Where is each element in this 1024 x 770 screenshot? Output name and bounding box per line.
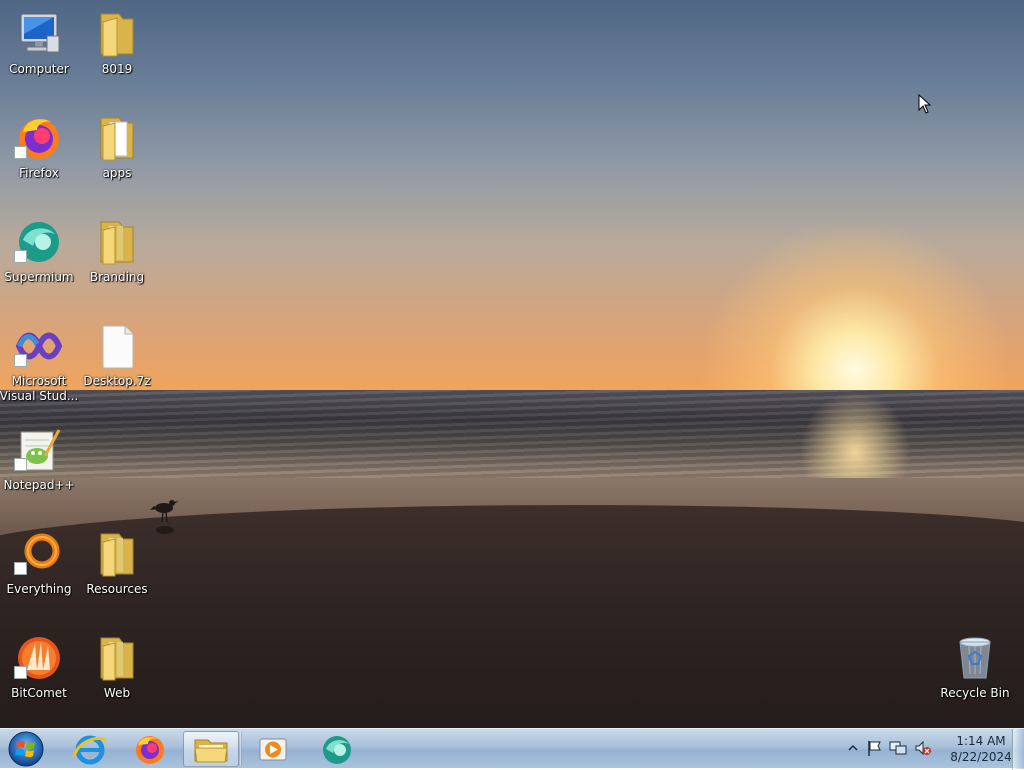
archive-file-icon xyxy=(102,325,134,369)
desktop-icon-recycle-bin[interactable]: Recycle Bin xyxy=(935,628,1015,724)
desktop-icon-label: apps xyxy=(102,166,132,180)
computer-icon xyxy=(20,13,60,53)
firefox-icon xyxy=(136,736,164,764)
desktop-icon-label: Microsoft Visual Stud... xyxy=(0,374,79,403)
desktop-icon-desktop-7z[interactable]: Desktop.7z xyxy=(77,316,157,412)
show-desktop-button[interactable] xyxy=(1012,729,1024,769)
desktop-icon-label: 8019 xyxy=(101,62,133,76)
shortcut-arrow-icon xyxy=(14,458,27,471)
desktop-icon-label: Web xyxy=(103,686,131,700)
taskbar-clock[interactable]: 1:14 AM 8/22/2024 xyxy=(942,733,1020,765)
shortcut-arrow-icon xyxy=(14,146,27,159)
desktop-icon-label: Branding xyxy=(89,270,145,284)
media-player-icon xyxy=(259,738,287,761)
shortcut-arrow-icon xyxy=(14,250,27,263)
mouse-cursor-icon xyxy=(918,94,932,114)
desktop-icon-everything[interactable]: Everything xyxy=(0,524,79,620)
shortcut-arrow-icon xyxy=(14,666,27,679)
shortcut-arrow-icon xyxy=(14,354,27,367)
folder-icon xyxy=(100,221,134,265)
windows-start-orb-icon[interactable] xyxy=(6,730,46,768)
desktop-icon-folder-resources[interactable]: Resources xyxy=(77,524,157,620)
desktop-icon-label: Resources xyxy=(86,582,148,596)
folder-icon xyxy=(100,533,134,577)
folder-icon xyxy=(100,117,134,161)
taskbar-firefox[interactable] xyxy=(122,731,178,767)
supermium-icon xyxy=(323,736,351,764)
desktop-icon-computer[interactable]: Computer xyxy=(0,4,79,100)
desktop-icon-label: Computer xyxy=(9,62,69,76)
show-hidden-icons-chevron[interactable] xyxy=(844,739,862,757)
desktop-icon-folder-web[interactable]: Web xyxy=(77,628,157,724)
desktop-icon-bitcomet[interactable]: BitComet xyxy=(0,628,79,724)
taskbar-supermium[interactable] xyxy=(309,731,365,767)
shortcut-arrow-icon xyxy=(14,562,27,575)
system-tray: 1:14 AM 8/22/2024 xyxy=(838,729,1024,769)
volume-muted-icon[interactable] xyxy=(914,739,932,757)
action-center-flag-icon[interactable] xyxy=(865,739,883,757)
desktop-icon-label: Firefox xyxy=(19,166,59,180)
desktop-icon-folder-8019[interactable]: 8019 xyxy=(77,4,157,100)
taskbar-media-player[interactable] xyxy=(245,731,301,767)
desktop-icon-label: Desktop.7z xyxy=(83,374,151,388)
taskbar-internet-explorer[interactable] xyxy=(62,731,118,767)
desktop-icon-supermium[interactable]: Supermium xyxy=(0,212,79,308)
taskbar-separator xyxy=(240,732,242,766)
desktop-icon-label: BitComet xyxy=(11,686,67,700)
desktop-icon-visual-studio[interactable]: Microsoft Visual Stud... xyxy=(0,316,79,412)
folder-icon xyxy=(100,637,134,681)
desktop-icon-label: Supermium xyxy=(4,270,74,284)
file-explorer-icon xyxy=(194,739,228,763)
internet-explorer-icon xyxy=(72,735,108,765)
folder-icon xyxy=(100,13,134,57)
taskbar-file-explorer[interactable] xyxy=(183,731,239,767)
taskbar: 1:14 AM 8/22/2024 xyxy=(0,728,1024,769)
recycle-bin-icon xyxy=(959,637,991,679)
desktop-icon-label: Everything xyxy=(6,582,72,596)
desktop-icon-notepadpp[interactable]: Notepad++ xyxy=(0,420,79,516)
desktop-icon-label: Recycle Bin xyxy=(940,686,1010,700)
desktop-icon-label: Notepad++ xyxy=(3,478,75,492)
desktop-icon-firefox[interactable]: Firefox xyxy=(0,108,79,204)
desktop-icon-folder-apps[interactable]: apps xyxy=(77,108,157,204)
network-icon[interactable] xyxy=(889,739,907,757)
clock-time: 1:14 AM xyxy=(956,734,1006,748)
desktop-icon-folder-branding[interactable]: Branding xyxy=(77,212,157,308)
clock-date: 8/22/2024 xyxy=(950,750,1012,764)
